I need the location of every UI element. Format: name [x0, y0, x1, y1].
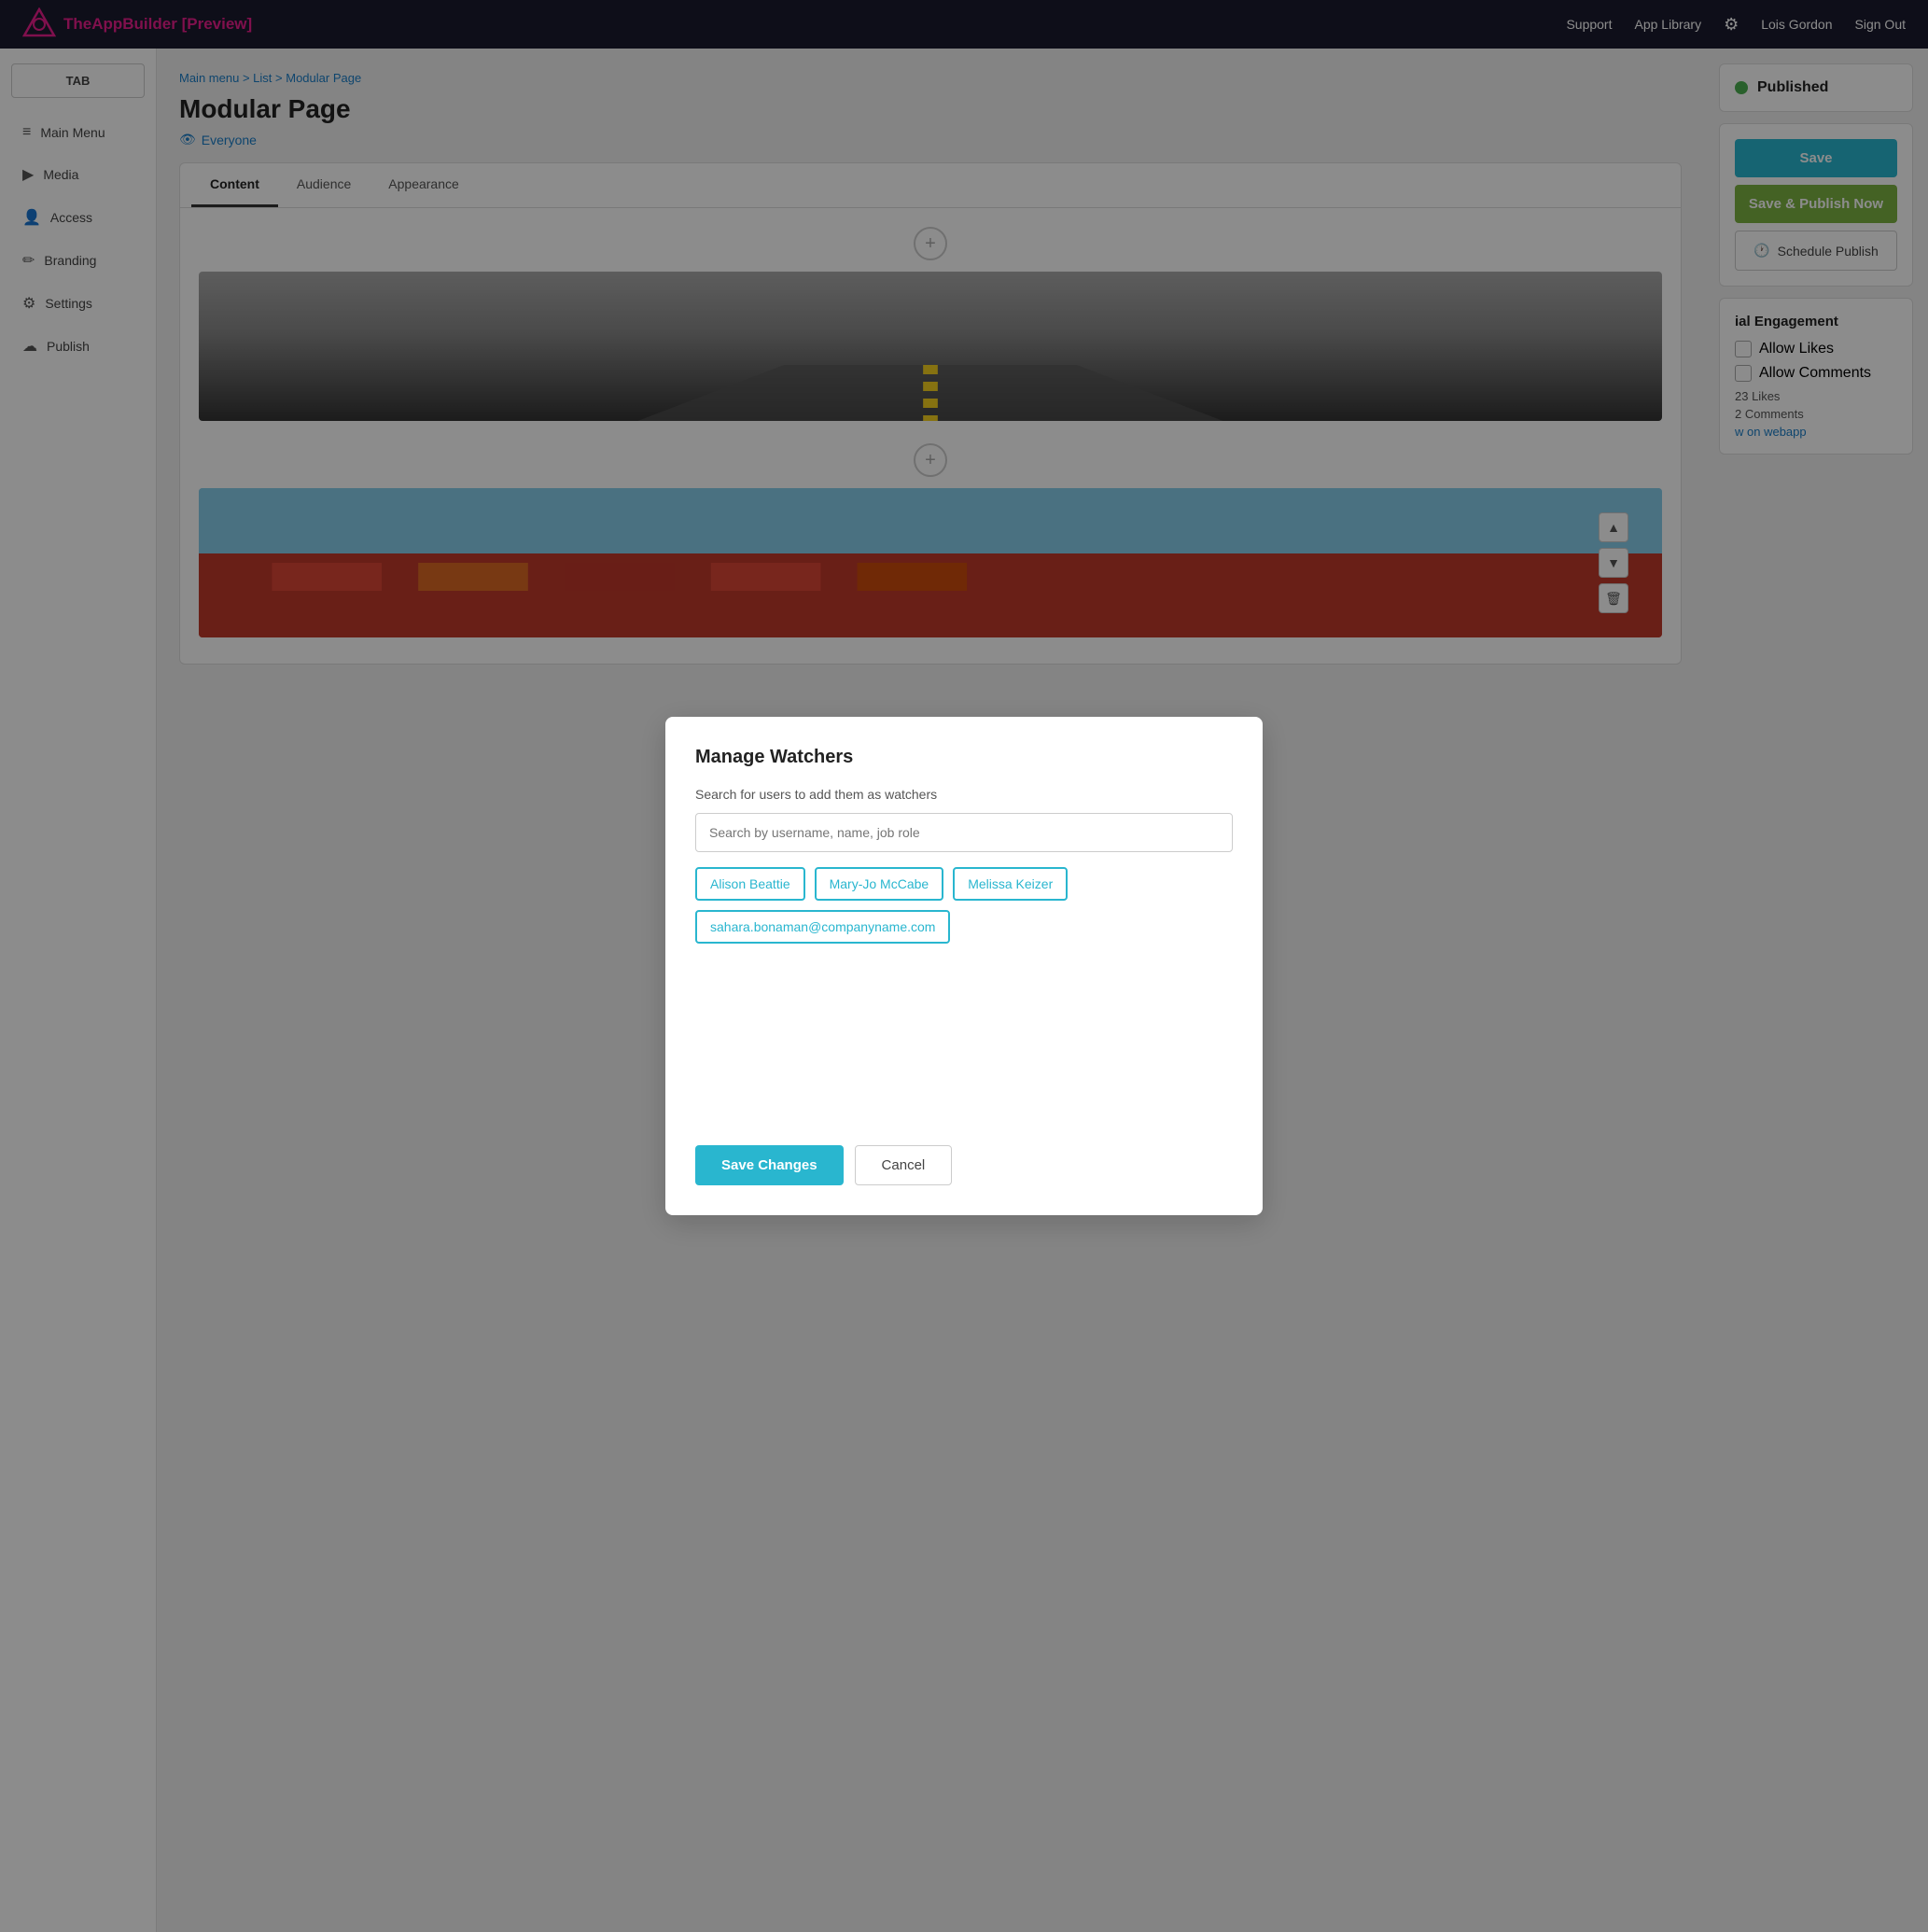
modal-title: Manage Watchers [695, 747, 1233, 768]
watchers-list: Alison Beattie Mary-Jo McCabe Melissa Ke… [695, 867, 1233, 944]
modal-subtitle: Search for users to add them as watchers [695, 787, 1233, 802]
watcher-search-input[interactable] [695, 813, 1233, 852]
modal-overlay[interactable]: Manage Watchers Search for users to add … [0, 0, 1928, 1932]
modal-cancel-button[interactable]: Cancel [855, 1145, 953, 1185]
watcher-tag-2[interactable]: Melissa Keizer [953, 867, 1068, 901]
modal-save-button[interactable]: Save Changes [695, 1145, 844, 1185]
watcher-tag-0[interactable]: Alison Beattie [695, 867, 805, 901]
watcher-tag-3[interactable]: sahara.bonaman@companyname.com [695, 910, 950, 944]
modal-footer: Save Changes Cancel [695, 1130, 1233, 1185]
watcher-tag-1[interactable]: Mary-Jo McCabe [815, 867, 944, 901]
manage-watchers-modal: Manage Watchers Search for users to add … [665, 717, 1263, 1215]
